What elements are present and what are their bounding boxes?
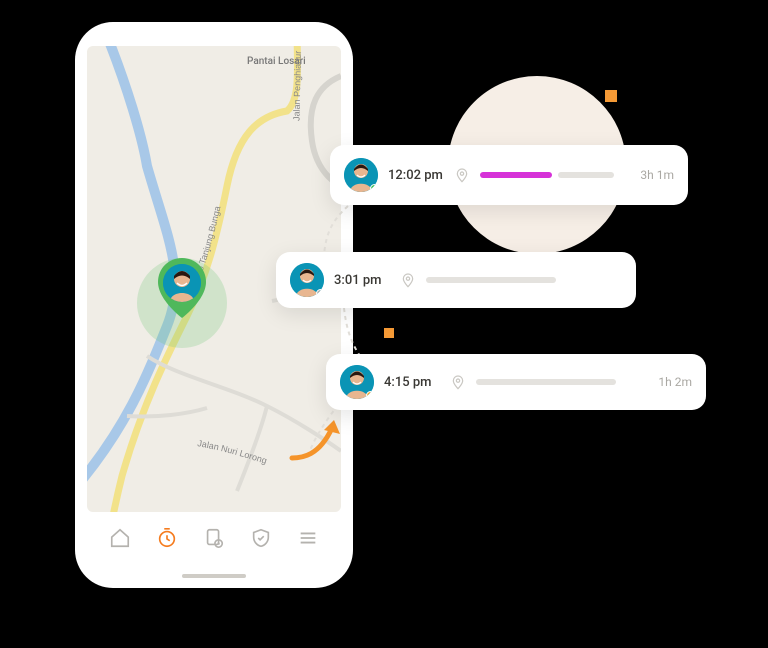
home-indicator [182, 574, 246, 578]
timeline-card[interactable]: 12:02 pm 3h 1m [330, 145, 688, 205]
connector-line [340, 306, 370, 358]
street-label: Jalan Penghiabur [291, 51, 303, 121]
decorative-square [384, 328, 394, 338]
activity-bar [476, 379, 648, 385]
menu-icon[interactable] [296, 526, 320, 550]
avatar [163, 264, 201, 302]
timeline-duration: 3h 1m [640, 168, 674, 182]
timer-icon[interactable] [155, 526, 179, 550]
timeline-time: 12:02 pm [388, 168, 444, 183]
timeline-time: 3:01 pm [334, 273, 390, 288]
avatar [344, 158, 378, 192]
pin-icon [454, 167, 470, 183]
status-dot [316, 289, 324, 297]
timeline-duration: 1h 2m [658, 375, 692, 389]
shield-icon[interactable] [249, 526, 273, 550]
curved-arrow-icon [284, 408, 354, 468]
activity-bar [426, 277, 612, 283]
bottom-nav [87, 514, 341, 562]
report-icon[interactable] [202, 526, 226, 550]
decorative-square [605, 90, 617, 102]
timeline-card[interactable]: 3:01 pm [276, 252, 636, 308]
avatar [290, 263, 324, 297]
home-icon[interactable] [108, 526, 132, 550]
activity-bar [480, 172, 630, 178]
status-dot [366, 391, 374, 399]
pin-icon [400, 272, 416, 288]
status-dot [370, 184, 378, 192]
avatar [340, 365, 374, 399]
timeline-time: 4:15 pm [384, 375, 440, 390]
pin-icon [450, 374, 466, 390]
timeline-card[interactable]: 4:15 pm 1h 2m [326, 354, 706, 410]
connector-line [318, 204, 358, 252]
